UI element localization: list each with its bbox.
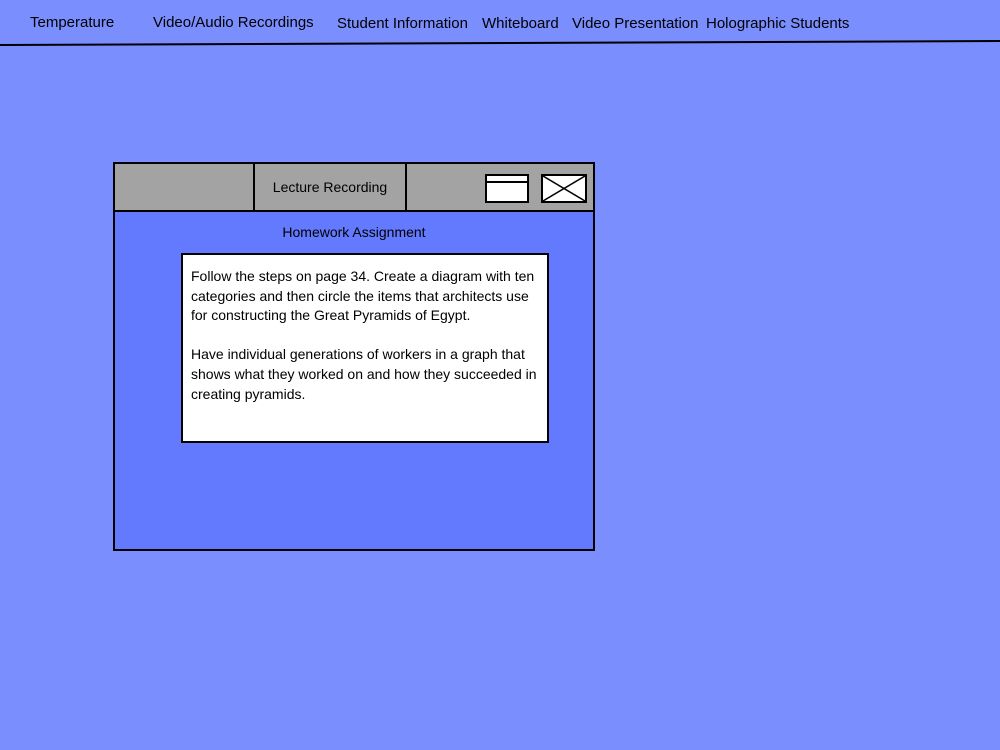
nav-item-whiteboard[interactable]: Whiteboard — [482, 15, 559, 32]
close-icon — [543, 176, 585, 201]
nav-item-video-audio-recordings[interactable]: Video/Audio Recordings — [153, 14, 314, 31]
maximize-button[interactable] — [485, 174, 529, 203]
lecture-window: Lecture Recording Homework Assignment Fo… — [113, 162, 595, 551]
homework-paragraph-2: Have individual generations of workers i… — [191, 346, 537, 402]
nav-item-video-presentation[interactable]: Video Presentation — [572, 15, 698, 32]
nav-item-student-information[interactable]: Student Information — [337, 15, 468, 32]
top-navigation: Temperature Video/Audio Recordings Stude… — [0, 0, 1000, 46]
tab-lecture-recording-label: Lecture Recording — [272, 179, 388, 195]
homework-text-box: Follow the steps on page 34. Create a di… — [181, 253, 549, 443]
homework-paragraph-1: Follow the steps on page 34. Create a di… — [191, 268, 535, 324]
nav-item-holographic-students[interactable]: Holographic Students — [706, 15, 849, 32]
close-button[interactable] — [541, 174, 587, 203]
homework-assignment-heading: Homework Assignment — [282, 224, 426, 240]
nav-item-temperature[interactable]: Temperature — [30, 14, 114, 31]
window-titlebar[interactable]: Lecture Recording — [115, 164, 593, 212]
tab-lecture-recording[interactable]: Lecture Recording — [253, 164, 407, 210]
